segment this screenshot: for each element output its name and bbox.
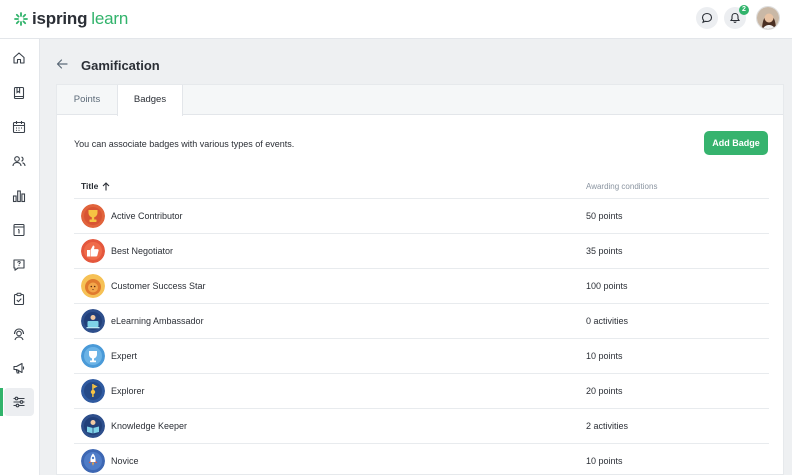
badge-name: Knowledge Keeper — [111, 421, 188, 431]
sidebar-item-users[interactable] — [4, 147, 34, 175]
badges-table: Active Contributor 50 points Best Negoti… — [74, 198, 769, 475]
add-badge-button[interactable]: Add Badge — [704, 131, 768, 155]
sidebar-item-support[interactable] — [4, 320, 34, 348]
sidebar-item-assignments[interactable] — [4, 285, 34, 313]
notifications-button[interactable]: 2 — [724, 5, 749, 29]
badge-name: Best Negotiator — [111, 246, 174, 256]
badge-name: Novice — [111, 456, 139, 466]
column-header-title[interactable]: Title — [81, 181, 110, 191]
users-icon — [12, 156, 26, 167]
lion-badge-icon — [81, 274, 105, 298]
table-row[interactable]: Expert 10 points — [74, 338, 769, 373]
table-row[interactable]: Novice 10 points — [74, 443, 769, 475]
badge-name: Customer Success Star — [111, 281, 206, 291]
logo[interactable]: ispring learn — [14, 9, 128, 29]
bell-icon — [730, 12, 740, 24]
chat-button[interactable] — [696, 7, 718, 29]
table-row[interactable]: Explorer 20 points — [74, 373, 769, 408]
book-badge-icon — [81, 414, 105, 438]
page-description: You can associate badges with various ty… — [74, 139, 295, 149]
cup-badge-icon — [81, 344, 105, 368]
sliders-icon — [13, 396, 25, 408]
badge-name: Expert — [111, 351, 138, 361]
column-header-title-label: Title — [81, 181, 99, 191]
table-row[interactable]: Customer Success Star 100 points — [74, 268, 769, 303]
badge-condition: 10 points — [586, 351, 623, 361]
sidebar-item-reports[interactable] — [4, 182, 34, 210]
rocket-badge-icon — [81, 449, 105, 473]
sidebar-item-announcements[interactable] — [4, 354, 34, 382]
thumbs-up-badge-icon — [81, 239, 105, 263]
tab-points[interactable]: Points — [57, 85, 117, 115]
table-row[interactable]: eLearning Ambassador 0 activities — [74, 303, 769, 338]
flag-badge-icon — [81, 379, 105, 403]
sidebar-item-home[interactable] — [4, 44, 34, 72]
chat-bubble-icon — [701, 12, 713, 24]
sort-ascending-icon — [102, 181, 110, 190]
table-row[interactable]: Knowledge Keeper 2 activities — [74, 408, 769, 443]
badge-condition: 10 points — [586, 456, 623, 466]
sidebar — [0, 39, 40, 475]
logo-text-primary: ispring — [32, 9, 88, 28]
badge-condition: 2 activities — [586, 421, 629, 431]
notification-count-badge: 2 — [739, 5, 749, 15]
trophy-badge-icon — [81, 204, 105, 228]
calendar-icon — [12, 121, 26, 134]
info-board-icon — [13, 223, 25, 237]
bar-chart-icon — [12, 190, 26, 203]
tab-badges[interactable]: Badges — [117, 85, 183, 116]
table-row[interactable]: Active Contributor 50 points — [74, 198, 769, 233]
back-arrow-icon[interactable] — [55, 57, 69, 71]
column-header-conditions: Awarding conditions — [586, 182, 658, 191]
book-icon — [13, 86, 25, 100]
ispring-logo-icon — [14, 12, 28, 26]
badge-condition: 100 points — [586, 281, 628, 291]
badge-condition: 50 points — [586, 211, 623, 221]
table-row[interactable]: Best Negotiator 35 points — [74, 233, 769, 268]
sidebar-item-courses[interactable] — [4, 79, 34, 107]
badge-condition: 35 points — [586, 246, 623, 256]
megaphone-icon — [13, 362, 25, 374]
home-icon — [13, 52, 25, 64]
sidebar-item-calendar[interactable] — [4, 113, 34, 141]
badge-condition: 0 activities — [586, 316, 629, 326]
sidebar-item-settings[interactable] — [0, 388, 34, 416]
user-avatar[interactable] — [756, 6, 780, 30]
question-chat-icon — [13, 259, 25, 271]
top-bar: ispring learn 2 — [0, 0, 792, 39]
badge-name: eLearning Ambassador — [111, 316, 204, 326]
clipboard-check-icon — [13, 292, 25, 306]
support-person-icon — [13, 328, 25, 341]
logo-text-secondary: learn — [91, 9, 129, 28]
sidebar-item-info[interactable] — [4, 216, 34, 244]
page-title: Gamification — [81, 58, 160, 73]
laptop-badge-icon — [81, 309, 105, 333]
badge-name: Explorer — [111, 386, 145, 396]
sidebar-item-questions[interactable] — [4, 251, 34, 279]
badge-condition: 20 points — [586, 386, 623, 396]
tab-bar: Points Badges — [57, 85, 783, 116]
main-panel: Points Badges You can associate badges w… — [56, 84, 784, 475]
badge-name: Active Contributor — [111, 211, 183, 221]
